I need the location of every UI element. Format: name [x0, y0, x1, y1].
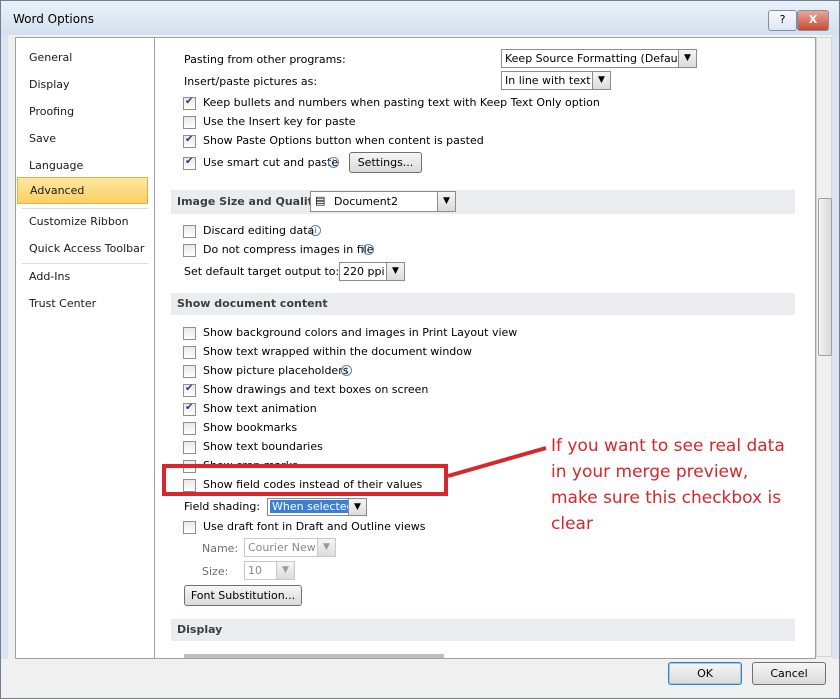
- annotation-text: If you want to see real data in your mer…: [551, 436, 785, 534]
- annotation-arrow: [447, 446, 547, 478]
- annotation-line: [447, 446, 547, 478]
